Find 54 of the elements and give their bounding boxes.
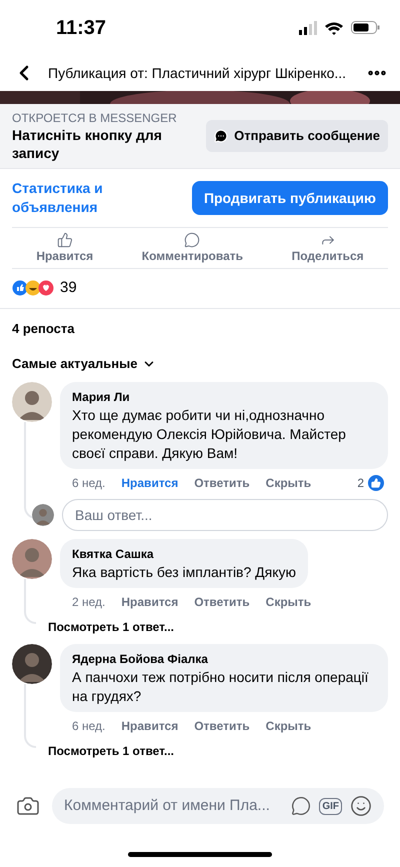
- comment-text: Хто ще думає робити чи ні,однозначно рекомендую Олексія Юрійовича. Майстер своєї справи. Дякую Вам!: [72, 406, 347, 462]
- reply-link[interactable]: Ответить: [194, 716, 250, 734]
- avatar: [32, 504, 54, 526]
- like-count: 2: [357, 474, 364, 492]
- action-button[interactable]: Поделиться: [292, 232, 364, 264]
- action-button[interactable]: Комментировать: [142, 232, 243, 264]
- hide-link[interactable]: Скрыть: [266, 716, 312, 734]
- reply-field[interactable]: Ваш ответ...: [62, 498, 388, 530]
- emoji-icon[interactable]: [350, 795, 372, 817]
- messenger-text: Натисніть кнопку для запису: [12, 126, 163, 162]
- hide-link[interactable]: Скрыть: [266, 592, 312, 610]
- thread-line: [24, 684, 36, 748]
- battery-icon: [351, 21, 380, 34]
- sticker-icon[interactable]: [291, 796, 312, 816]
- thread-line: [24, 578, 36, 624]
- like-icon: [56, 232, 73, 248]
- reposts-count: 4 репоста: [11, 320, 76, 338]
- messenger-caption: ОТКРОЕТСЯ В MESSENGER: [12, 110, 178, 126]
- comment-text: Яка вартість без імплантів? Дякую: [72, 562, 296, 582]
- comment-text: А панчохи теж потрібно носити після операції на грудях?: [72, 668, 370, 706]
- like-link[interactable]: Нравится: [121, 474, 178, 492]
- comment-author: Мария Ли: [72, 388, 131, 406]
- signal-icon: [299, 20, 317, 35]
- like-link[interactable]: Нравится: [121, 592, 178, 610]
- action-button[interactable]: Нравится: [36, 232, 94, 264]
- avatar: [12, 538, 52, 578]
- messenger-icon: [214, 129, 228, 143]
- comment-time: 6 нед.: [72, 718, 106, 734]
- comment-icon: [184, 232, 200, 248]
- reaction-count: 39: [60, 278, 77, 298]
- comment-author: Квятка Сашка: [72, 546, 155, 562]
- send-message-button[interactable]: Отправить сообщение: [206, 120, 388, 152]
- like-icon: [368, 474, 384, 490]
- comment-placeholder: Комментарий от имени Пла...: [64, 796, 271, 816]
- header-title: Публикация от: Пластичний хірург Шкіренко...: [48, 64, 348, 83]
- hide-link[interactable]: Скрыть: [266, 474, 312, 492]
- gif-button[interactable]: GIF: [319, 798, 342, 814]
- promote-button[interactable]: Продвигать публикацию: [192, 181, 388, 215]
- reply-link[interactable]: Ответить: [194, 592, 250, 610]
- statistics-link[interactable]: Статистика и объявления: [12, 179, 180, 217]
- avatar: [12, 644, 52, 684]
- sort-dropdown[interactable]: Самые актуальные: [0, 338, 168, 374]
- avatar: [12, 382, 52, 422]
- view-replies-link[interactable]: Посмотреть 1 ответ...: [48, 742, 174, 760]
- comment-time: 2 нед.: [72, 594, 106, 610]
- comment-author: Ядерна Бойова Фіалка: [72, 650, 209, 668]
- status-time: 11:37: [56, 16, 106, 40]
- wifi-icon: [325, 20, 343, 34]
- like-link[interactable]: Нравится: [121, 716, 178, 734]
- reactions-icon: [12, 280, 56, 296]
- comment-field[interactable]: Комментарий от имени Пла... GIF: [52, 788, 384, 824]
- comment-time: 6 нед.: [72, 474, 106, 492]
- view-replies-link[interactable]: Посмотреть 1 ответ...: [48, 618, 174, 636]
- reply-link[interactable]: Ответить: [194, 474, 250, 492]
